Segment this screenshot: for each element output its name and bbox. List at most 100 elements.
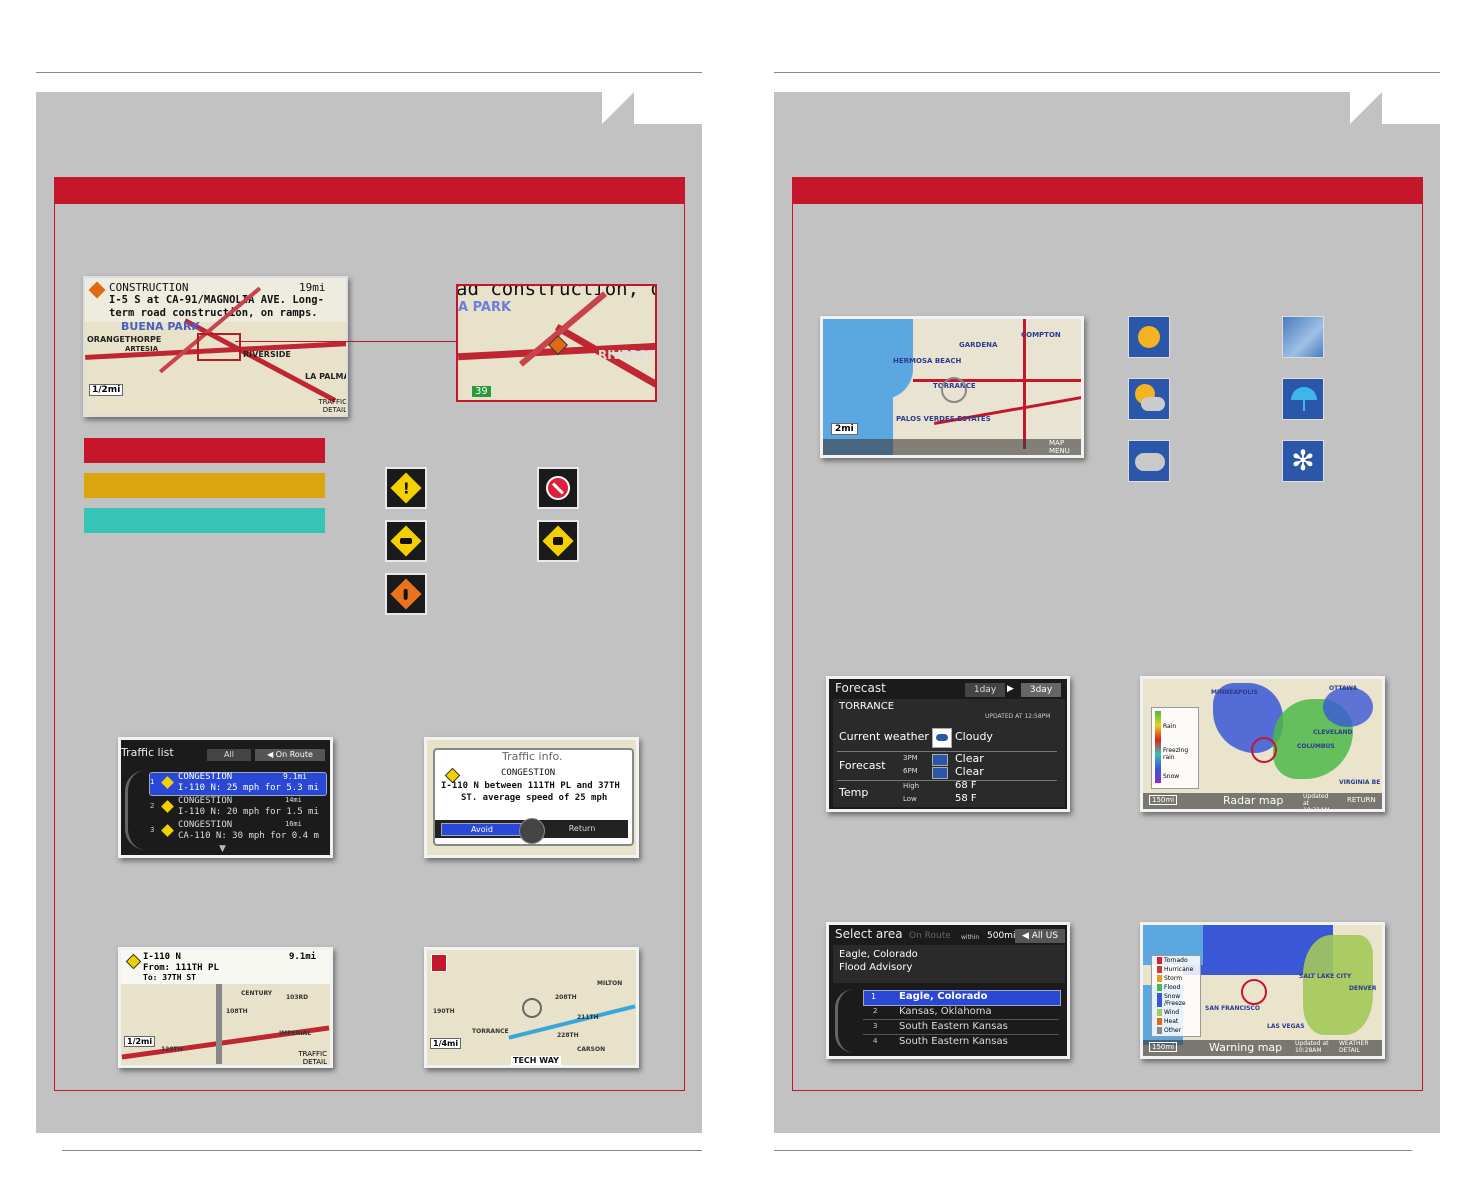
map-menu-button[interactable]: MAP MENU xyxy=(1049,439,1079,455)
construction-desc-line1: I-5 S at CA-91/MAGNOLIA AVE. Long- xyxy=(109,294,324,306)
street-label: 228TH xyxy=(557,1032,579,1039)
row-type: CONGESTION xyxy=(178,796,233,806)
legend-label: Other xyxy=(1157,1027,1181,1034)
map-label: RIVERSIDE xyxy=(243,350,291,359)
radar-map-screenshot: Rain Freezing rain Snow MINNEAPOLIS OTTA… xyxy=(1140,676,1385,812)
row-type: CONGESTION xyxy=(178,772,233,782)
legend-label: Snow xyxy=(1163,773,1180,780)
traffic-info-screenshot: Traffic info. CONGESTION I-110 N between… xyxy=(424,737,639,858)
traffic-info-line1: I-110 N between 111TH PL and 37TH xyxy=(441,781,620,791)
cursor-crosshair-icon[interactable] xyxy=(941,377,967,403)
right-corner-tab xyxy=(1350,92,1382,124)
traffic-list-screenshot: Traffic list All ◀ On Route 1 CONGESTION… xyxy=(118,737,333,858)
zoom-label: A PARK xyxy=(458,300,512,315)
top-rule-left xyxy=(36,72,702,73)
construction-icon xyxy=(385,573,427,615)
legend-gradient xyxy=(1155,711,1161,783)
cloudy-icon xyxy=(1128,440,1170,482)
construction-type-label: CONSTRUCTION xyxy=(109,281,189,294)
radar-precip-area xyxy=(1323,687,1373,727)
scale-badge: 1/4mi xyxy=(430,1038,462,1049)
low-value: 58 F xyxy=(955,793,977,804)
zoom-connector-line xyxy=(235,341,457,342)
weather-detail-button[interactable]: WEATHER DETAIL xyxy=(1339,1040,1379,1054)
row-detail: I-110 N: 25 mph for 5.3 mi xyxy=(178,783,319,793)
zoom-inset: ad construction, on A PARK RIVERSI 39 xyxy=(456,284,657,402)
legend-label: Flood xyxy=(1157,984,1180,991)
forecast-updated: UPDATED AT 12:58PM xyxy=(985,713,1051,720)
legend-label: Snow /Freeze xyxy=(1157,993,1198,1007)
zoom-road xyxy=(518,291,608,367)
accident-icon xyxy=(385,520,427,562)
bottom-rule-left xyxy=(62,1150,702,1151)
tab-on-route[interactable]: On Route xyxy=(909,931,951,941)
street-label: TECH WAY xyxy=(511,1056,561,1065)
row-number: 1 xyxy=(150,778,155,786)
cursor-crosshair-icon[interactable] xyxy=(1241,979,1267,1005)
return-button[interactable]: RETURN xyxy=(1347,796,1376,804)
street-label: 211TH xyxy=(577,1014,599,1021)
top-rule-right xyxy=(774,72,1440,73)
tab-on-route-label: On Route xyxy=(275,750,313,759)
temp-label: Temp xyxy=(839,786,869,799)
divider xyxy=(837,751,1057,752)
legend-label: Freezing rain xyxy=(1163,747,1189,761)
divider xyxy=(837,780,1057,781)
caution-icon: ! xyxy=(385,467,427,509)
cloudy-icon xyxy=(932,728,952,748)
forecast-screenshot: Forecast 1day ▶ 3day TORRANCE UPDATED AT… xyxy=(826,676,1070,812)
city-label: DENVER xyxy=(1349,985,1377,992)
select-area-title: Select area xyxy=(835,927,903,941)
legend-label: Wind xyxy=(1157,1009,1179,1016)
city-label: GARDENA xyxy=(959,341,998,349)
traffic-info-title: Traffic info. xyxy=(502,750,563,763)
sunny-icon xyxy=(1128,316,1170,358)
street-label: CARSON xyxy=(577,1046,606,1053)
tab-all-us[interactable]: ◀ All US xyxy=(1015,929,1065,943)
low-label: Low xyxy=(903,795,917,803)
avoid-button[interactable]: Avoid xyxy=(441,823,523,836)
traffic-info-line2: ST. average speed of 25 mph xyxy=(461,793,608,803)
legend-teal-bar xyxy=(84,508,325,533)
scroll-down-icon[interactable]: ▼ xyxy=(219,844,226,854)
tab-3day[interactable]: 3day xyxy=(1021,683,1061,697)
row-number: 1 xyxy=(871,992,877,1001)
city-label: MINNEAPOLIS xyxy=(1211,689,1258,696)
tab-arrow-icon: ▶ xyxy=(1007,684,1014,694)
city-label: COMPTON xyxy=(1021,331,1061,339)
city-label: CLEVELAND xyxy=(1313,729,1353,736)
row-number: 2 xyxy=(873,1007,878,1015)
north-compass-icon[interactable] xyxy=(431,954,447,972)
route-shield-icon: 39 xyxy=(472,386,491,397)
zoom-label: RIVERSI xyxy=(598,348,652,362)
clear-night-icon xyxy=(932,754,948,766)
map-label: BUENA PARK xyxy=(121,320,200,333)
detour-map-screenshot: TORRANCE 190TH 208TH 211TH 228TH CARSON … xyxy=(424,947,639,1068)
return-button[interactable]: Return xyxy=(547,823,617,834)
scale-badge: 1/2mi xyxy=(124,1036,156,1047)
city-label: VIRGINIA BE xyxy=(1339,779,1381,786)
selected-location: Eagle, Colorado xyxy=(839,949,918,960)
freeway-line xyxy=(216,984,222,1064)
partly-cloudy-icon xyxy=(1128,378,1170,420)
traffic-detail-button[interactable]: TRAFFIC DETAIL xyxy=(303,398,346,414)
list-curve-decor xyxy=(125,770,146,850)
tab-on-route[interactable]: ◀ On Route xyxy=(255,749,325,761)
city-label: COLUMBUS xyxy=(1297,743,1335,750)
left-corner-tab xyxy=(602,92,634,124)
row-number: 4 xyxy=(873,1037,878,1045)
legend-label: Hurricane xyxy=(1157,966,1193,973)
cursor-crosshair-icon[interactable] xyxy=(1251,737,1277,763)
tab-all[interactable]: All xyxy=(207,749,251,761)
row-number: 3 xyxy=(150,826,155,834)
traffic-info-type: CONGESTION xyxy=(501,768,556,778)
slippery-road-icon xyxy=(537,520,579,562)
street-label: CENTURY xyxy=(241,990,273,997)
tab-1day[interactable]: 1day xyxy=(965,683,1005,697)
clear-night-icon xyxy=(932,767,948,779)
route-to: To: 37TH ST xyxy=(143,973,196,982)
traffic-detail-button[interactable]: TRAFFIC DETAIL xyxy=(287,1050,327,1065)
construction-map-screenshot: CONSTRUCTION 19mi I-5 S at CA-91/MAGNOLI… xyxy=(83,276,348,417)
street-label: 190TH xyxy=(433,1008,455,1015)
high-value: 68 F xyxy=(955,780,977,791)
